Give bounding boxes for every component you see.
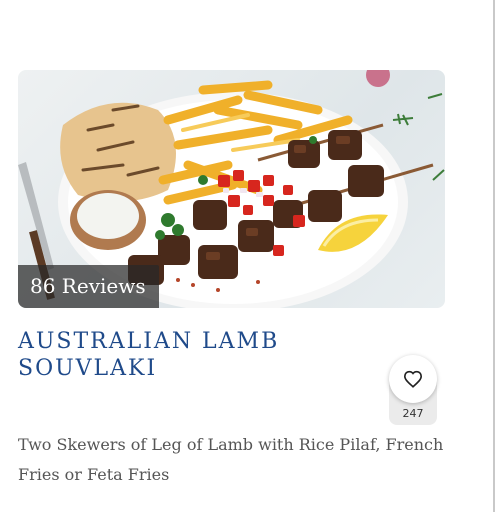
recipe-card[interactable]: 86 Reviews (18, 70, 445, 308)
heart-outline-icon (403, 370, 423, 388)
favorite-count: 247 (402, 407, 424, 420)
favorite-widget: 247 (389, 355, 437, 425)
recipe-description: Two Skewers of Leg of Lamb with Rice Pil… (18, 435, 444, 484)
reviews-count-badge[interactable]: 86 Reviews (18, 265, 159, 308)
recipe-title[interactable]: Australian Lamb Souvlaki (18, 328, 358, 382)
recipe-photo[interactable]: 86 Reviews (18, 70, 445, 308)
favorite-button[interactable] (389, 355, 437, 403)
